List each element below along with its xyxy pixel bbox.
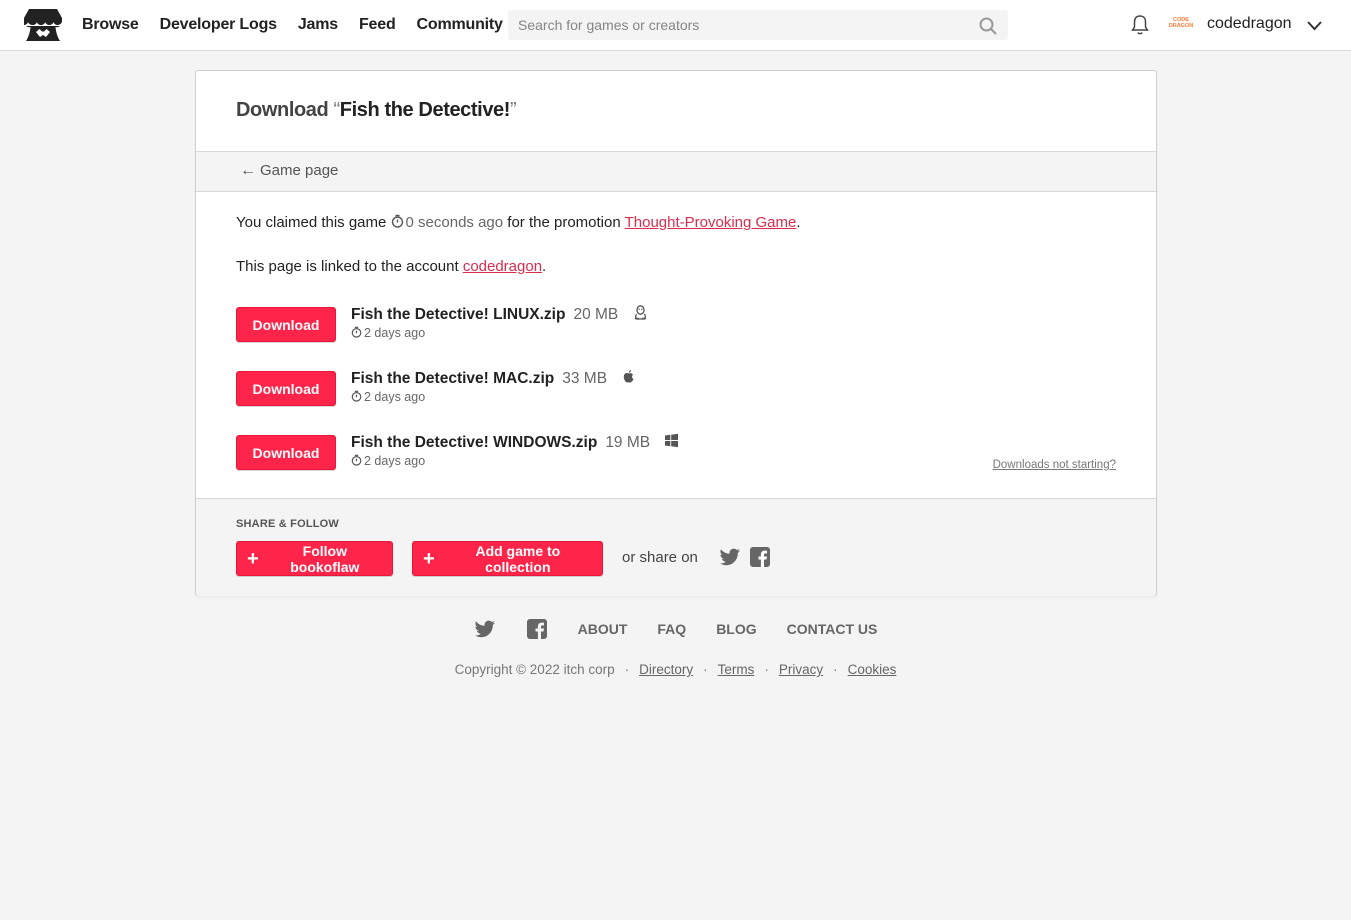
- upload-date-text: 2 days ago: [364, 326, 426, 340]
- title-prefix: Download: [236, 99, 329, 121]
- card-body: You claimed this game 0 seconds ago for …: [196, 192, 1156, 497]
- download-button-windows[interactable]: Download: [236, 435, 336, 470]
- search-box: [508, 10, 1008, 40]
- footer-blog-link[interactable]: BLOG: [716, 621, 756, 637]
- sub-nav: ← Game page: [196, 152, 1156, 192]
- upload-name: Fish the Detective! MAC.zip 33 MB: [351, 369, 636, 388]
- page-title: Download “Fish the Detective!”: [236, 99, 517, 122]
- account-suffix: .: [542, 258, 547, 275]
- plus-icon: +: [423, 547, 435, 570]
- footer-about-link[interactable]: ABOUT: [578, 621, 628, 637]
- stopwatch-icon: [391, 214, 403, 228]
- nav-feed[interactable]: Feed: [359, 16, 396, 34]
- itch-logo-icon[interactable]: [23, 7, 63, 43]
- linux-icon: [634, 305, 646, 320]
- close-quote: ”: [510, 99, 517, 121]
- stopwatch-icon: [351, 454, 362, 466]
- back-to-game-link[interactable]: ← Game page: [240, 162, 338, 180]
- twitter-icon[interactable]: [719, 546, 741, 568]
- account-info: This page is linked to the account coded…: [236, 258, 546, 275]
- footer-contact-link[interactable]: CONTACT US: [787, 621, 878, 637]
- download-button-mac[interactable]: Download: [236, 371, 336, 406]
- promotion-link[interactable]: Thought-Provoking Game: [625, 214, 797, 231]
- upload-date: 2 days ago: [351, 326, 425, 340]
- apple-icon: [624, 370, 634, 383]
- claim-suffix: .: [796, 214, 801, 231]
- upload-filename: Fish the Detective! WINDOWS.zip: [351, 434, 598, 451]
- search-icon[interactable]: [979, 17, 997, 35]
- upload-filename: Fish the Detective! MAC.zip: [351, 370, 555, 387]
- nav-community[interactable]: Community: [417, 16, 503, 34]
- upload-row: Download Fish the Detective! LINUX.zip 20…: [236, 305, 1096, 347]
- nav-jams[interactable]: Jams: [298, 16, 338, 34]
- upload-date: 2 days ago: [351, 454, 425, 468]
- notification-bell-icon[interactable]: [1130, 14, 1150, 36]
- share-title: SHARE & FOLLOW: [236, 518, 340, 530]
- search-input[interactable]: [508, 10, 1008, 40]
- upload-row: Download Fish the Detective! WINDOWS.zip…: [236, 433, 1096, 475]
- main-nav: Browse Developer Logs Jams Feed Communit…: [82, 0, 503, 50]
- username[interactable]: codedragon: [1207, 15, 1292, 33]
- copyright-line: Copyright © 2022 itch corp · Directory · Ter…: [454, 662, 897, 677]
- twitter-icon[interactable]: [474, 618, 496, 640]
- game-name: Fish the Detective!: [339, 99, 511, 121]
- account-prefix: This page is linked to the account: [236, 258, 459, 275]
- claim-info: You claimed this game 0 seconds ago for …: [236, 214, 801, 231]
- stopwatch-icon: [351, 390, 362, 402]
- claim-prefix: You claimed this game: [236, 214, 387, 231]
- upload-name: Fish the Detective! WINDOWS.zip 19 MB: [351, 433, 679, 452]
- facebook-icon[interactable]: [526, 618, 548, 640]
- claim-ago: 0 seconds ago: [405, 214, 504, 231]
- card-header: Download “Fish the Detective!”: [196, 71, 1156, 152]
- nav-browse[interactable]: Browse: [82, 16, 139, 34]
- plus-icon: +: [247, 547, 259, 570]
- directory-link[interactable]: Directory: [639, 662, 693, 677]
- upload-date-text: 2 days ago: [364, 390, 426, 404]
- upload-size: 19 MB: [605, 434, 651, 451]
- nav-developer-logs[interactable]: Developer Logs: [160, 16, 277, 34]
- add-to-collection-button[interactable]: + Add game to collection: [412, 541, 603, 576]
- downloads-not-starting-link[interactable]: Downloads not starting?: [993, 459, 1116, 471]
- stopwatch-icon: [351, 326, 362, 338]
- facebook-icon[interactable]: [749, 546, 771, 568]
- footer-links: ABOUT FAQ BLOG CONTACT US: [0, 618, 1351, 640]
- privacy-link[interactable]: Privacy: [779, 662, 823, 677]
- arrow-left-icon: ←: [240, 162, 256, 179]
- share-follow-section: SHARE & FOLLOW + Follow bookoflaw + Add ga…: [196, 498, 1156, 596]
- account-link[interactable]: codedragon: [463, 258, 542, 275]
- or-share-text: or share on: [622, 549, 698, 566]
- cookies-link[interactable]: Cookies: [848, 662, 897, 677]
- download-card: Download “Fish the Detective!” ← Game pag…: [195, 70, 1157, 596]
- upload-filename: Fish the Detective! LINUX.zip: [351, 306, 566, 323]
- upload-row: Download Fish the Detective! MAC.zip 33 M…: [236, 369, 1096, 411]
- follow-button[interactable]: + Follow bookoflaw: [236, 541, 393, 576]
- upload-size: 20 MB: [573, 306, 619, 323]
- top-bar: Browse Developer Logs Jams Feed Communit…: [0, 0, 1351, 51]
- chevron-down-icon[interactable]: [1306, 17, 1323, 34]
- upload-date-text: 2 days ago: [364, 454, 426, 468]
- download-button-linux[interactable]: Download: [236, 307, 336, 342]
- terms-link[interactable]: Terms: [718, 662, 755, 677]
- back-label: Game page: [260, 162, 339, 179]
- avatar[interactable]: CODE DRAGON: [1168, 14, 1194, 34]
- follow-label: Follow bookoflaw: [290, 542, 360, 575]
- collection-label: Add game to collection: [475, 542, 561, 575]
- upload-size: 33 MB: [562, 370, 608, 387]
- footer-faq-link[interactable]: FAQ: [657, 621, 686, 637]
- upload-date: 2 days ago: [351, 390, 425, 404]
- copyright-text: Copyright © 2022 itch corp: [454, 662, 615, 677]
- claim-middle: for the promotion: [507, 214, 621, 231]
- upload-name: Fish the Detective! LINUX.zip 20 MB: [351, 305, 648, 324]
- windows-icon: [665, 433, 679, 448]
